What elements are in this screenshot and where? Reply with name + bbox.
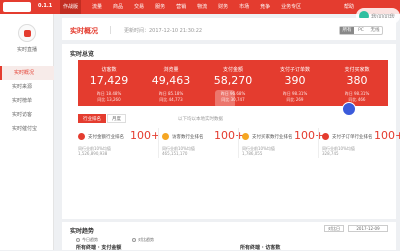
rank-suborders: 支付子订单行业排名 100+ 同行业前10%均值 328,745 — [322, 128, 400, 156]
page-header: 实时概况 更新时间：2017-12-10 21:30:22 所有 PC 无线 — [62, 18, 396, 40]
metric-card-buyers[interactable]: 支付买家数 380 昨日 98.31% 同比 466 — [326, 60, 388, 106]
metric-label: 浏览量 — [163, 67, 179, 73]
rank-divider — [238, 128, 239, 158]
nav-item-logistics[interactable]: 物流 — [197, 0, 207, 14]
metric-value: 49,463 — [151, 74, 191, 87]
metric-value: 380 — [346, 74, 368, 87]
metric-value: 58,270 — [213, 74, 253, 87]
rank-visitors: 访客数行业排名 100+ 同行业前10%均值 465,151,170 — [162, 128, 244, 156]
tab-monthly[interactable]: 月度 — [107, 114, 126, 123]
radio-compare[interactable]: 对比趋势 — [132, 237, 154, 243]
radio-icon — [132, 238, 136, 242]
rank-value: 100+ — [130, 129, 161, 142]
badge-icon[interactable] — [342, 102, 356, 116]
metric-sub: 同比 13,260 — [97, 97, 121, 102]
nav-item-marketing[interactable]: 营销 — [176, 0, 186, 14]
rank-icon — [162, 133, 169, 140]
rank-tabs: 行业排名 月度 — [78, 114, 127, 123]
rank-label: 支付金额行业排名 — [88, 135, 124, 140]
rank-icon — [322, 133, 329, 140]
panel-title: 实时总览 — [70, 51, 95, 58]
compare-select[interactable]: 对比日 — [324, 225, 344, 232]
trend-title: 实时趋势 — [70, 228, 95, 235]
sidebar-title: 实时直播 — [16, 47, 37, 53]
brand-logo[interactable] — [3, 2, 31, 12]
nav-item-business[interactable]: 业务专区 — [281, 0, 301, 14]
metric-sub: 同比 44,773 — [159, 97, 183, 102]
top-nav: 作战版 流量 商品 交易 服务 营销 物流 财务 市场 竞争 业务专区 — [60, 0, 312, 14]
help-link[interactable]: 帮助 — [344, 3, 354, 10]
rank-sub: 1,526,890,938 — [78, 151, 108, 156]
main-content: 实时概况 更新时间：2017-12-10 21:30:22 所有 PC 无线 实… — [62, 18, 400, 251]
rank-label: 访客数行业排名 — [172, 135, 204, 140]
metric-card-suborders[interactable]: 支付子订单数 390 昨日 98.31% 同比 269 — [264, 60, 326, 106]
rank-value: 100+ — [214, 129, 245, 142]
nav-item-products[interactable]: 商品 — [113, 0, 123, 14]
metric-value: 390 — [284, 74, 306, 87]
metric-sub: 同比 466 — [348, 97, 366, 102]
rank-label: 支付买家数行业排名 — [252, 135, 293, 140]
rank-buyers: 支付买家数行业排名 100+ 同行业前10%均值 1,786,055 — [242, 128, 324, 156]
overview-panel: 实时总览 访客数 17,429 昨日 18.48% 同比 13,260 浏览量 … — [62, 44, 400, 219]
nav-item-service[interactable]: 服务 — [155, 0, 165, 14]
tabs-note: 以下均以本地实时数据 — [178, 117, 223, 122]
tab-industry-rank[interactable]: 行业排名 — [78, 114, 106, 123]
nav-item-traffic[interactable]: 流量 — [92, 0, 102, 14]
nav-item-transactions[interactable]: 交易 — [134, 0, 144, 14]
top-navbar: 0.1.1 作战版 流量 商品 交易 服务 营销 物流 财务 市场 竞争 业务专… — [0, 0, 400, 14]
sidebar: 实时直播 实时概况 实时来源 实时榜单 实时访客 实时催付宝 — [0, 14, 54, 250]
metric-value: 17,429 — [89, 74, 129, 87]
sidebar-item-payment-reminder[interactable]: 实时催付宝 — [0, 122, 54, 136]
rank-value: 100+ — [374, 129, 400, 142]
radio-label: 今日趋势 — [82, 237, 98, 242]
sidebar-item-rankings[interactable]: 实时榜单 — [0, 94, 54, 108]
device-pc-button[interactable]: PC — [354, 27, 368, 34]
nav-item-market[interactable]: 市场 — [239, 0, 249, 14]
rank-sub: 465,151,170 — [162, 151, 188, 156]
live-icon — [18, 24, 36, 42]
metric-label: 支付金额 — [222, 67, 243, 73]
rank-sub: 328,745 — [322, 151, 339, 156]
metric-label: 支付子订单数 — [279, 67, 310, 73]
page-title: 实时概况 — [70, 27, 98, 35]
rank-payment-amount: 支付金额行业排名 100+ 同行业前10%均值 1,526,890,938 — [78, 128, 160, 156]
metric-card-pageviews[interactable]: 浏览量 49,463 昨日 85.18% 同比 44,773 — [140, 60, 202, 106]
metric-cards: 访客数 17,429 昨日 18.48% 同比 13,260 浏览量 49,46… — [78, 60, 388, 116]
nav-item-finance[interactable]: 财务 — [218, 0, 228, 14]
radio-label: 对比趋势 — [138, 237, 154, 242]
device-mobile-button[interactable]: 无线 — [368, 27, 382, 34]
version-label: 0.1.1 — [38, 3, 53, 9]
metric-card-visitors[interactable]: 访客数 17,429 昨日 18.48% 同比 13,260 — [78, 60, 140, 106]
rank-sub: 1,786,055 — [242, 151, 263, 156]
metric-sub: 同比 269 — [286, 97, 304, 102]
rank-value: 100+ — [294, 129, 325, 142]
download-icon[interactable] — [215, 90, 235, 108]
metric-label: 访客数 — [101, 67, 117, 73]
update-time: 更新时间：2017-12-10 21:30:22 — [124, 28, 203, 34]
radio-today[interactable]: 今日趋势 — [76, 237, 98, 243]
nav-item-dashboard[interactable]: 作战版 — [60, 0, 82, 14]
sidebar-item-sources[interactable]: 实时来源 — [0, 80, 54, 94]
date-picker[interactable]: 2017-12-09 — [348, 225, 388, 232]
header-divider — [110, 26, 111, 34]
radio-icon — [76, 238, 80, 242]
rank-icon — [242, 133, 249, 140]
trend-panel: 实时趋势 对比日 2017-12-09 今日趋势 对比趋势 所有终端 · 支付金… — [62, 222, 396, 251]
rank-icon — [78, 133, 85, 140]
device-all-button[interactable]: 所有 — [340, 27, 354, 34]
sidebar-item-overview[interactable]: 实时概况 — [0, 66, 54, 80]
metric-label: 支付买家数 — [344, 67, 370, 73]
sidebar-item-visitors[interactable]: 实时访客 — [0, 108, 54, 122]
rank-label: 支付子订单行业排名 — [332, 135, 373, 140]
nav-item-competition[interactable]: 竞争 — [260, 0, 270, 14]
device-switch: 所有 PC 无线 — [339, 26, 383, 35]
rank-divider — [158, 128, 159, 158]
rank-divider — [318, 128, 319, 158]
